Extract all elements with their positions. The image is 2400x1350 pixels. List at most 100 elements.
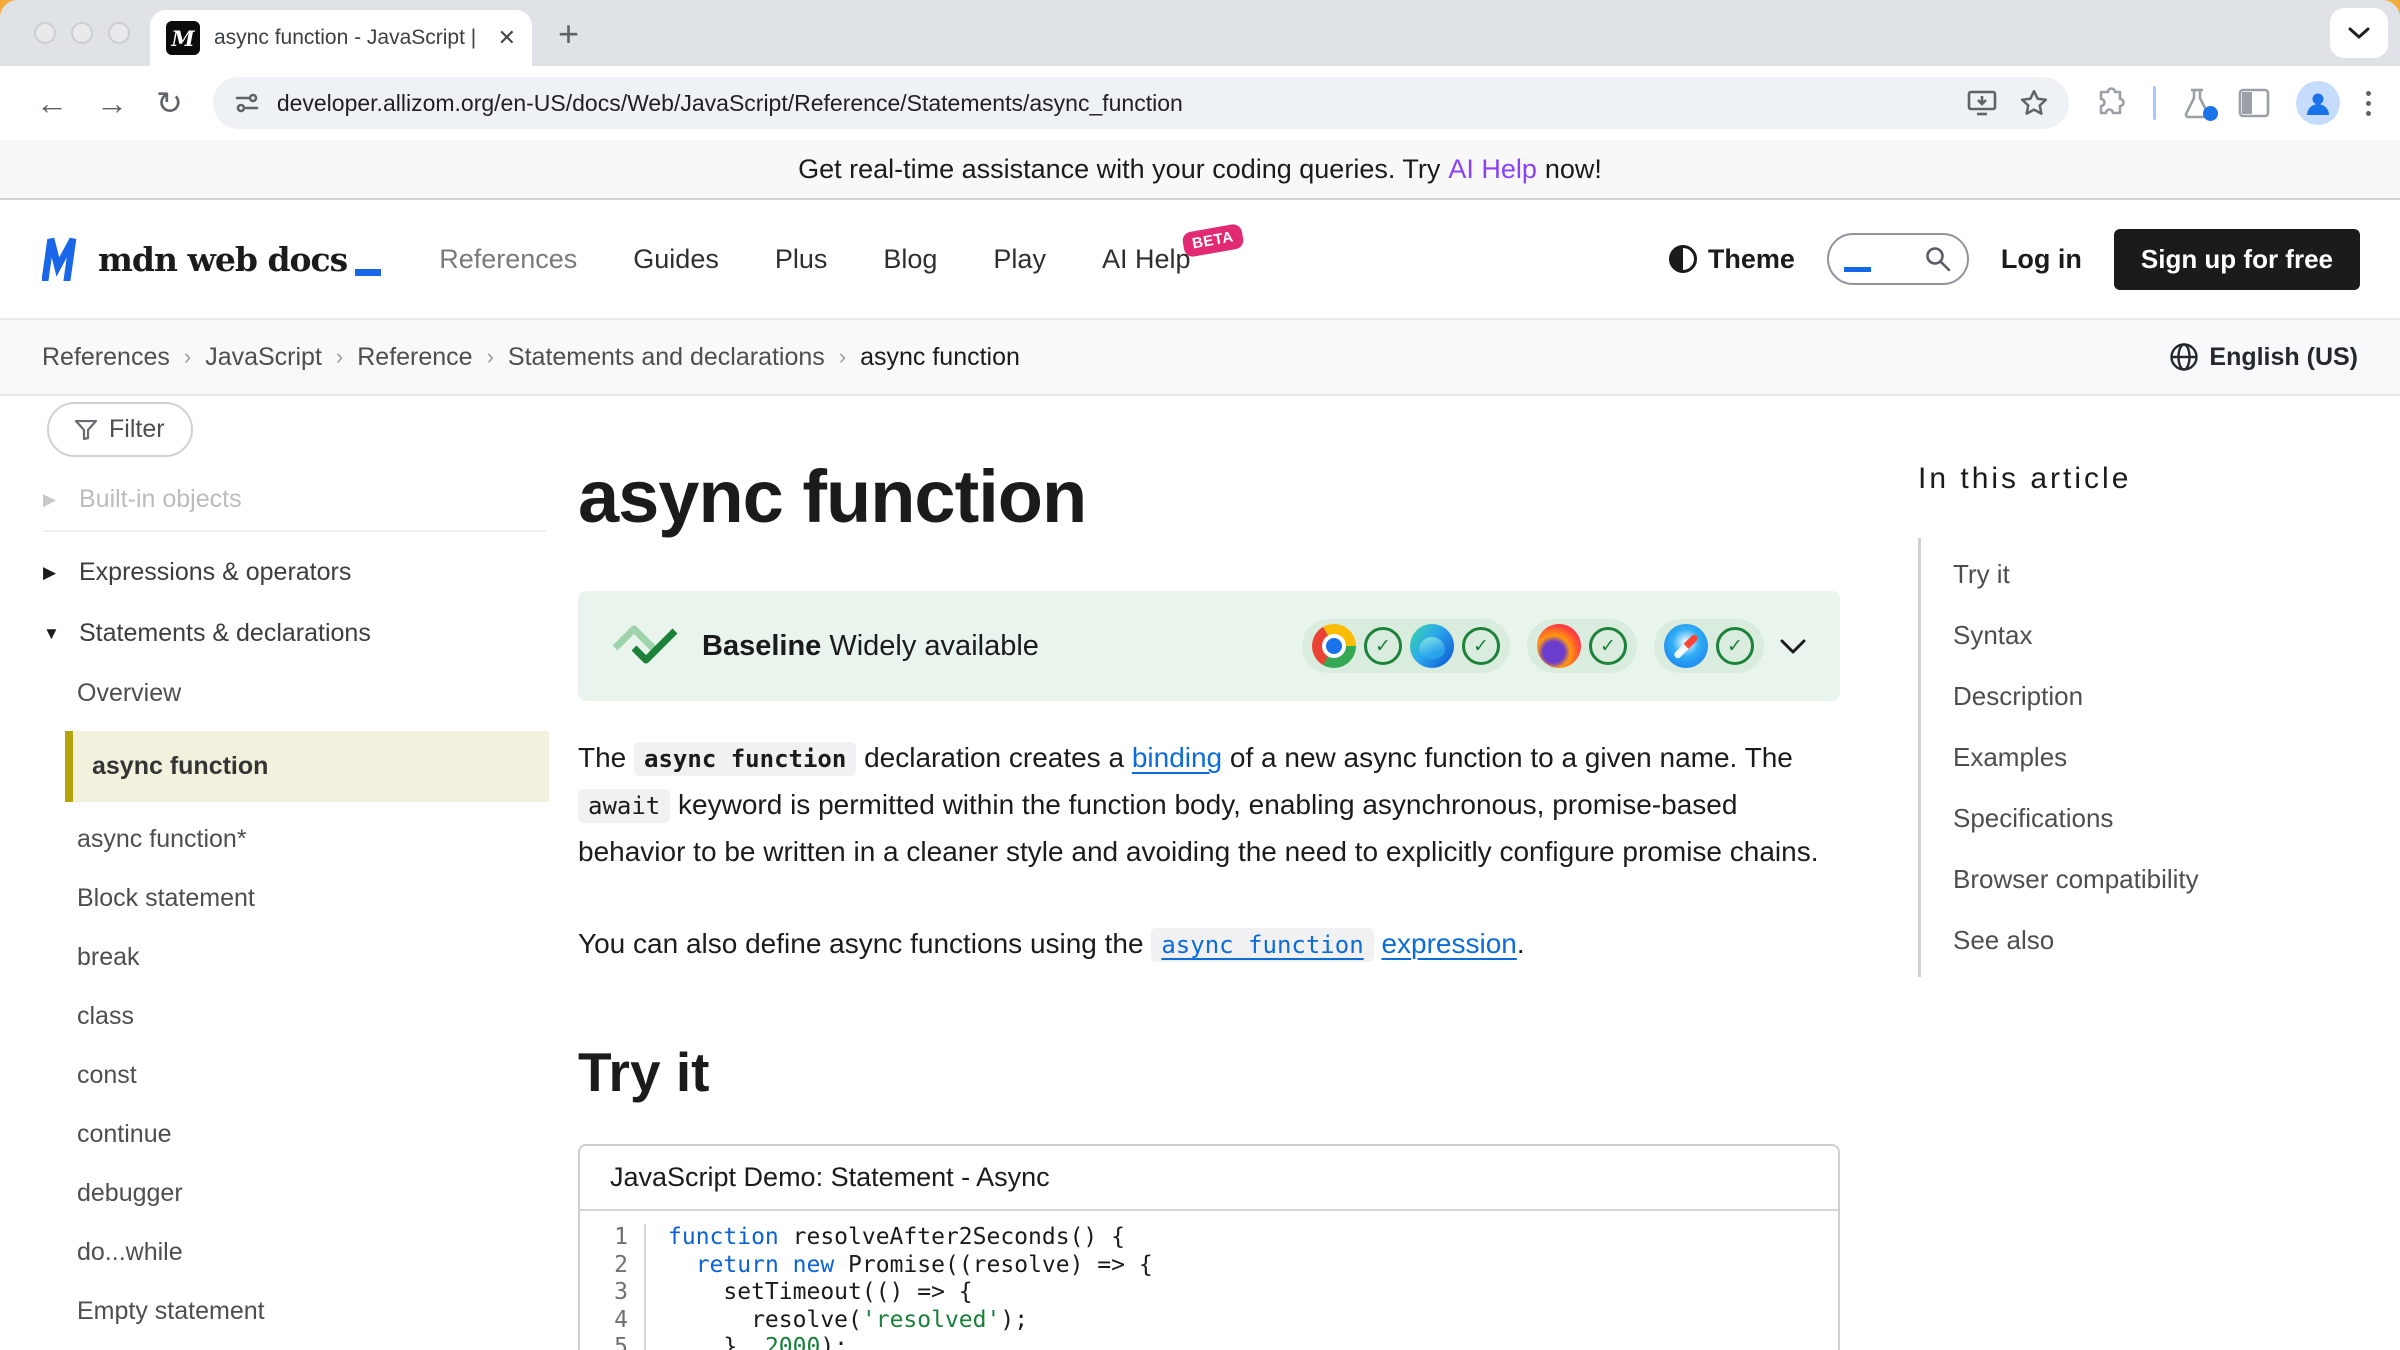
site-info-icon[interactable]	[233, 89, 261, 117]
extensions-icon[interactable]	[2095, 87, 2127, 119]
text-run: The	[578, 742, 634, 773]
browser-menu-icon[interactable]	[2366, 91, 2371, 116]
toc-link-syntax[interactable]: Syntax	[1953, 605, 2338, 666]
sidebar-item-overview[interactable]: Overview	[43, 664, 548, 723]
sidebar-item-built-in-objects[interactable]: ▶Built-in objects	[43, 469, 548, 530]
sidebar-item-break[interactable]: break	[43, 928, 548, 987]
new-tab-button[interactable]: +	[558, 12, 579, 56]
notification-dot	[2203, 106, 2218, 121]
nav-plus[interactable]: Plus	[775, 244, 828, 275]
sidebar-item-debugger[interactable]: debugger	[43, 1164, 548, 1223]
tab-close-icon[interactable]: ✕	[498, 25, 516, 51]
sidebar-divider	[43, 530, 546, 532]
nav-ai-help[interactable]: AI HelpBETA	[1102, 244, 1191, 275]
text-link-expression[interactable]: expression	[1381, 928, 1516, 959]
toc-link-try-it[interactable]: Try it	[1953, 544, 2338, 605]
forward-button[interactable]: →	[96, 87, 128, 119]
code-line: 5 }, 2000);	[580, 1334, 1838, 1350]
expand-arrow-icon: ▶	[43, 490, 65, 510]
promo-ai-help-link[interactable]: AI Help	[1448, 154, 1537, 185]
sidebar-item-statements-declarations[interactable]: ▼ Statements & declarations	[43, 603, 548, 664]
code-line: 1function resolveAfter2Seconds() {	[580, 1224, 1838, 1252]
inline-code: await	[578, 789, 670, 823]
browser-window: M async function - JavaScript | ✕ + ← → …	[0, 0, 2400, 1350]
text-run: You can also define async functions usin…	[578, 928, 1151, 959]
globe-icon	[2169, 342, 2199, 372]
search-input[interactable]	[1827, 233, 1969, 285]
bookmark-star-icon[interactable]	[2019, 88, 2049, 118]
mdn-logo[interactable]: mdn web docs	[42, 237, 381, 281]
install-app-icon[interactable]	[1967, 89, 1997, 117]
table-of-contents: In this article Try itSyntaxDescriptionE…	[1918, 396, 2338, 977]
tab-strip: M async function - JavaScript | ✕ +	[0, 0, 2400, 66]
chrome-icon	[1312, 624, 1356, 668]
theme-icon	[1668, 244, 1698, 274]
breadcrumb-link-references[interactable]: References	[42, 343, 170, 372]
line-number: 3	[580, 1279, 646, 1307]
url-text: developer.allizom.org/en-US/docs/Web/Jav…	[277, 90, 1945, 117]
nav-blog[interactable]: Blog	[883, 244, 937, 275]
nav-references[interactable]: References	[439, 244, 577, 275]
filter-button[interactable]: Filter	[47, 402, 193, 457]
support-check-icon: ✓	[1589, 627, 1627, 665]
sidebar-item-block-statement[interactable]: Block statement	[43, 869, 548, 928]
experiments-flask-icon[interactable]	[2182, 87, 2212, 119]
login-link[interactable]: Log in	[2001, 244, 2082, 275]
language-switcher[interactable]: English (US)	[2169, 342, 2358, 372]
breadcrumb-link-reference[interactable]: Reference	[357, 343, 472, 372]
breadcrumb-link-javascript[interactable]: JavaScript	[205, 343, 322, 372]
nav-play[interactable]: Play	[993, 244, 1046, 275]
side-panel-icon[interactable]	[2238, 88, 2270, 118]
sidebar-item-do-while[interactable]: do...while	[43, 1223, 548, 1282]
article: async function Baseline Widely available…	[578, 396, 1840, 1350]
support-check-icon: ✓	[1364, 627, 1402, 665]
window-minimize-button[interactable]	[71, 22, 93, 44]
window-close-button[interactable]	[34, 22, 56, 44]
page-title: async function	[578, 454, 1840, 539]
sidebar-item-const[interactable]: const	[43, 1046, 548, 1105]
docs-sidebar: Filter ▶Built-in objects ▶Expressions & o…	[0, 396, 562, 1341]
breadcrumb-separator: ›	[487, 344, 494, 370]
baseline-icon	[612, 625, 678, 667]
sidebar-section-label: Statements & declarations	[79, 619, 371, 648]
back-button[interactable]: ←	[36, 87, 68, 119]
mdn-page: Get real-time assistance with your codin…	[0, 140, 2400, 1350]
baseline-expand-chevron[interactable]	[1780, 639, 1806, 654]
tab-search-button[interactable]	[2330, 8, 2388, 58]
sidebar-item-async-function[interactable]: async function*	[43, 810, 548, 869]
sidebar-item-continue[interactable]: continue	[43, 1105, 548, 1164]
promo-banner: Get real-time assistance with your codin…	[0, 140, 2400, 200]
collapse-arrow-icon: ▼	[43, 624, 65, 644]
breadcrumb-link-statements-and-declarations[interactable]: Statements and declarations	[508, 343, 825, 372]
toc-link-see-also[interactable]: See also	[1953, 910, 2338, 971]
mdn-logo-text: mdn web docs	[98, 240, 347, 279]
baseline-label: Baseline	[702, 630, 821, 662]
mdn-logo-underscore	[355, 269, 381, 276]
sidebar-item-class[interactable]: class	[43, 987, 548, 1046]
sidebar-item-expressions-operators[interactable]: ▶Expressions & operators	[43, 542, 548, 603]
code-editor[interactable]: 1function resolveAfter2Seconds() {2 retu…	[580, 1211, 1838, 1350]
text-link-binding[interactable]: binding	[1132, 742, 1222, 773]
filter-label: Filter	[109, 415, 165, 444]
code-text: resolve('resolved');	[646, 1307, 1028, 1335]
inline-code-link[interactable]: async function	[1151, 928, 1373, 962]
sidebar-item-async-function[interactable]: async function	[65, 731, 549, 802]
toc-link-browser-compatibility[interactable]: Browser compatibility	[1953, 849, 2338, 910]
window-zoom-button[interactable]	[108, 22, 130, 44]
theme-switcher[interactable]: Theme	[1668, 244, 1795, 275]
url-bar[interactable]: developer.allizom.org/en-US/docs/Web/Jav…	[213, 77, 2069, 129]
interactive-demo: JavaScript Demo: Statement - Async 1func…	[578, 1144, 1840, 1350]
reload-button[interactable]: ↻	[156, 87, 183, 119]
toc-link-description[interactable]: Description	[1953, 666, 2338, 727]
nav-guides[interactable]: Guides	[633, 244, 719, 275]
signup-button[interactable]: Sign up for free	[2114, 229, 2360, 290]
firefox-icon	[1537, 624, 1581, 668]
breadcrumb-separator: ›	[336, 344, 343, 370]
profile-avatar[interactable]	[2296, 81, 2340, 125]
toc-link-examples[interactable]: Examples	[1953, 727, 2338, 788]
toc-link-specifications[interactable]: Specifications	[1953, 788, 2338, 849]
sidebar-item-empty-statement[interactable]: Empty statement	[43, 1282, 548, 1341]
browser-pill: ✓	[1527, 619, 1637, 673]
window-controls	[34, 22, 130, 44]
browser-tab[interactable]: M async function - JavaScript | ✕	[150, 10, 532, 66]
